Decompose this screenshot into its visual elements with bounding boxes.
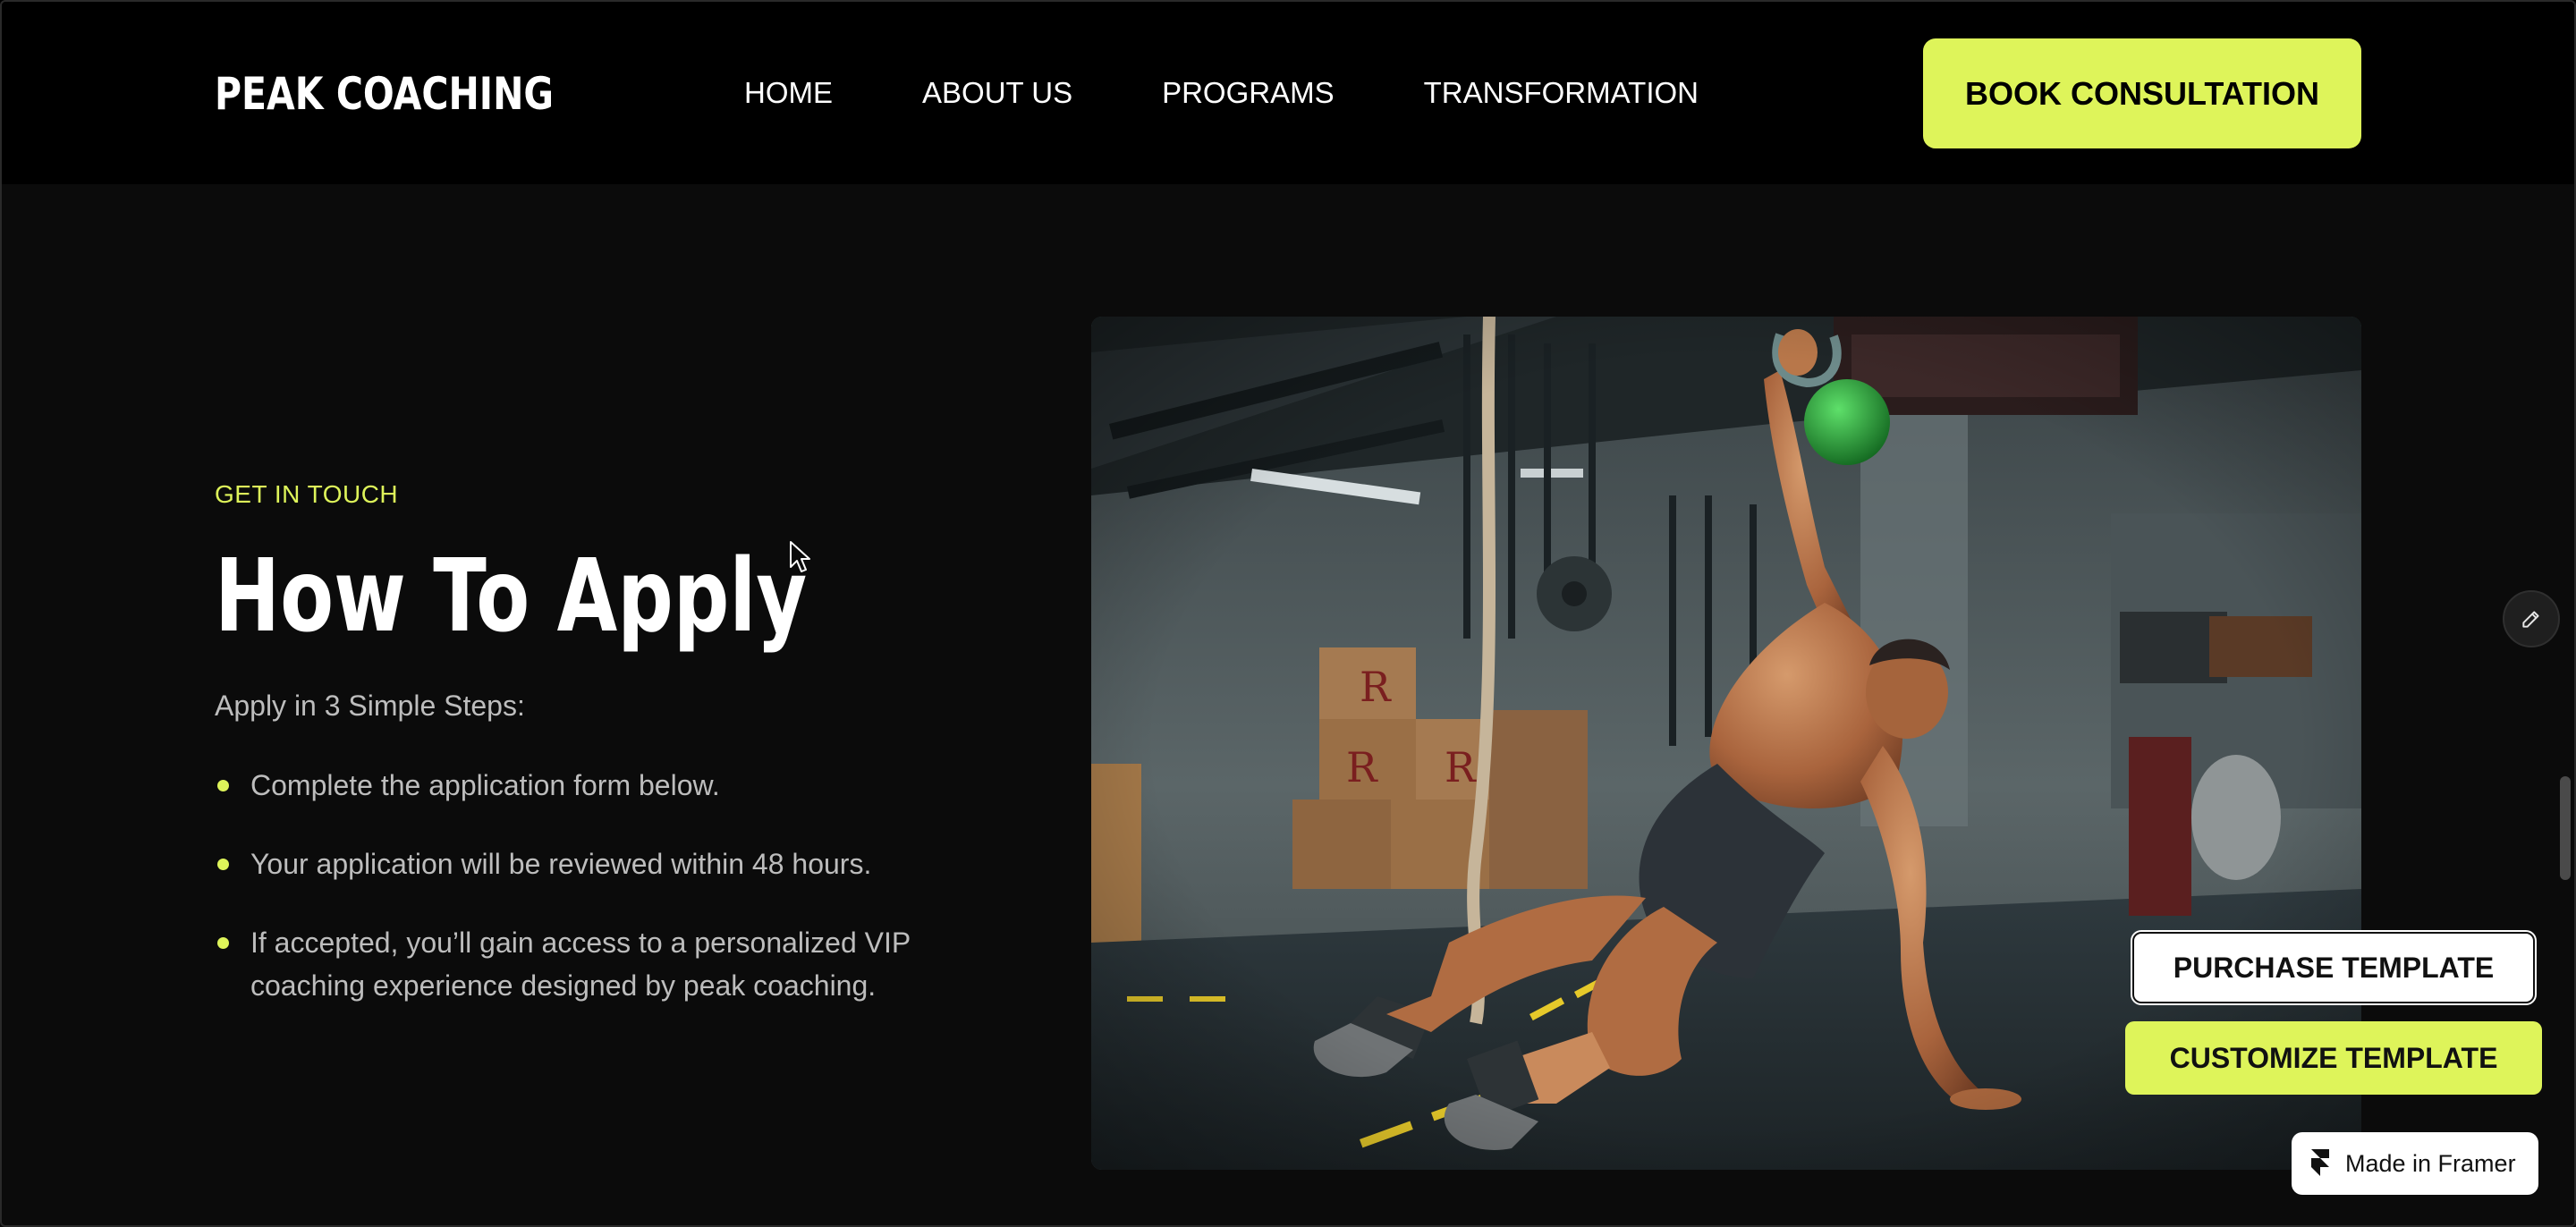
bullet-dot-icon bbox=[217, 780, 229, 791]
framer-logo-icon bbox=[2309, 1149, 2331, 1178]
section-title: How To Apply bbox=[215, 538, 808, 655]
navbar: PEAK COACHING HOME ABOUT US PROGRAMS TRA… bbox=[0, 0, 2576, 184]
mouse-pointer-icon bbox=[789, 540, 812, 574]
step-text: If accepted, you’ll gain access to a per… bbox=[250, 927, 911, 1002]
section-eyebrow: GET IN TOUCH bbox=[215, 480, 399, 508]
scrollbar-thumb[interactable] bbox=[2560, 776, 2571, 880]
edit-button[interactable] bbox=[2503, 590, 2560, 647]
nav-link-programs[interactable]: PROGRAMS bbox=[1162, 70, 1335, 116]
primary-nav: HOME ABOUT US PROGRAMS TRANSFORMATION bbox=[744, 70, 1699, 116]
section-intro: Apply in 3 Simple Steps: bbox=[215, 690, 525, 722]
nav-link-home[interactable]: HOME bbox=[744, 70, 833, 116]
nav-link-about-us[interactable]: ABOUT US bbox=[922, 70, 1072, 116]
step-text: Complete the application form below. bbox=[250, 769, 720, 801]
brand-logo[interactable]: PEAK COACHING bbox=[215, 63, 554, 125]
framer-badge-label: Made in Framer bbox=[2345, 1149, 2516, 1177]
book-consultation-button[interactable]: BOOK CONSULTATION bbox=[1923, 38, 2361, 148]
nav-link-transformation[interactable]: TRANSFORMATION bbox=[1424, 70, 1699, 116]
step-text: Your application will be reviewed within… bbox=[250, 848, 872, 880]
pencil-icon bbox=[2520, 607, 2543, 630]
customize-template-button[interactable]: CUSTOMIZE TEMPLATE bbox=[2125, 1021, 2542, 1095]
made-in-framer-badge[interactable]: Made in Framer bbox=[2292, 1132, 2538, 1195]
list-item: Your application will be reviewed within… bbox=[215, 842, 984, 885]
purchase-template-button[interactable]: PURCHASE TEMPLATE bbox=[2132, 932, 2535, 1003]
steps-list: Complete the application form below. You… bbox=[215, 764, 984, 1043]
list-item: If accepted, you’ll gain access to a per… bbox=[215, 921, 984, 1007]
list-item: Complete the application form below. bbox=[215, 764, 984, 807]
bullet-dot-icon bbox=[217, 937, 229, 949]
bullet-dot-icon bbox=[217, 859, 229, 870]
